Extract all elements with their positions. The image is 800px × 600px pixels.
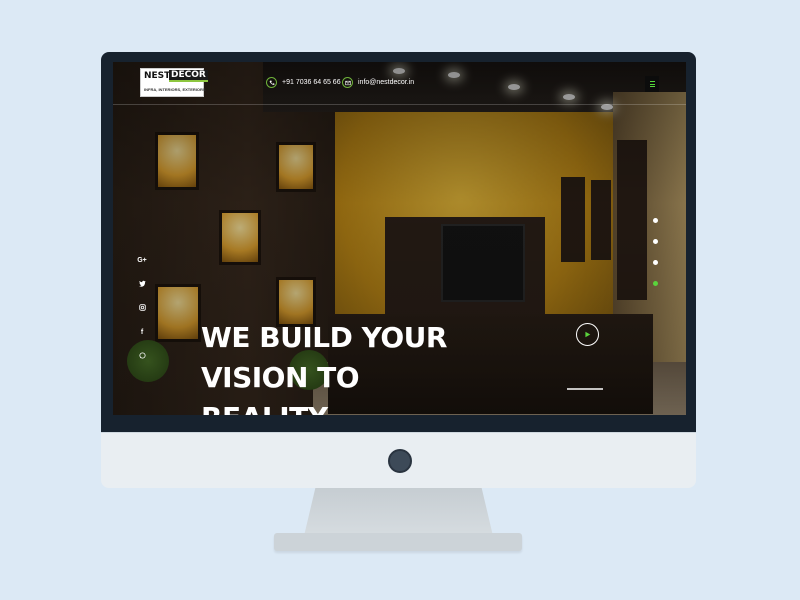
monitor-chin xyxy=(101,432,696,488)
hero-headline: WE BUILD YOUR VISION TO REALITY xyxy=(201,318,561,415)
phone-icon xyxy=(266,77,277,88)
nestdecor-logo[interactable]: NEST DECOR INFRA, INTERIORS, EXTERIORS xyxy=(140,68,208,97)
slide-progress-bar xyxy=(567,388,603,390)
hero-headline-line1: WE BUILD YOUR VISION TO xyxy=(201,321,447,394)
slider-pagination xyxy=(653,218,658,286)
monitor-button-icon xyxy=(388,449,412,473)
header-email[interactable]: info@nestdecor.in xyxy=(342,77,414,88)
hamburger-menu-button[interactable] xyxy=(645,76,659,92)
slider-dot[interactable] xyxy=(653,218,658,223)
logo-tagline: INFRA, INTERIORS, EXTERIORS xyxy=(144,87,206,92)
email-address: info@nestdecor.in xyxy=(358,79,415,86)
whatsapp-icon[interactable] xyxy=(137,352,147,361)
logo-word-decor: DECOR xyxy=(169,70,208,82)
google-plus-icon[interactable]: G+ xyxy=(137,256,147,265)
email-icon xyxy=(342,77,353,88)
social-links: G+ f xyxy=(137,256,147,361)
slider-dot[interactable] xyxy=(653,260,658,265)
monitor-stand-base xyxy=(274,533,522,551)
twitter-icon[interactable] xyxy=(137,280,147,289)
play-video-button[interactable] xyxy=(576,323,599,346)
header-phone[interactable]: +91 7036 64 65 66 xyxy=(266,77,341,88)
slider-dot-active[interactable] xyxy=(653,281,658,286)
hero-headline-line2: REALITY xyxy=(201,398,561,415)
play-icon xyxy=(585,331,591,338)
monitor-stand-neck xyxy=(304,488,493,536)
instagram-icon[interactable] xyxy=(137,304,147,313)
site-header: NEST DECOR INFRA, INTERIORS, EXTERIORS +… xyxy=(113,62,686,105)
website-screen: NEST DECOR INFRA, INTERIORS, EXTERIORS +… xyxy=(113,62,686,415)
facebook-icon[interactable]: f xyxy=(137,328,147,337)
logo-word-nest: NEST xyxy=(144,71,171,81)
phone-number: +91 7036 64 65 66 xyxy=(282,79,341,86)
slider-dot[interactable] xyxy=(653,239,658,244)
hamburger-menu-icon xyxy=(649,81,655,82)
